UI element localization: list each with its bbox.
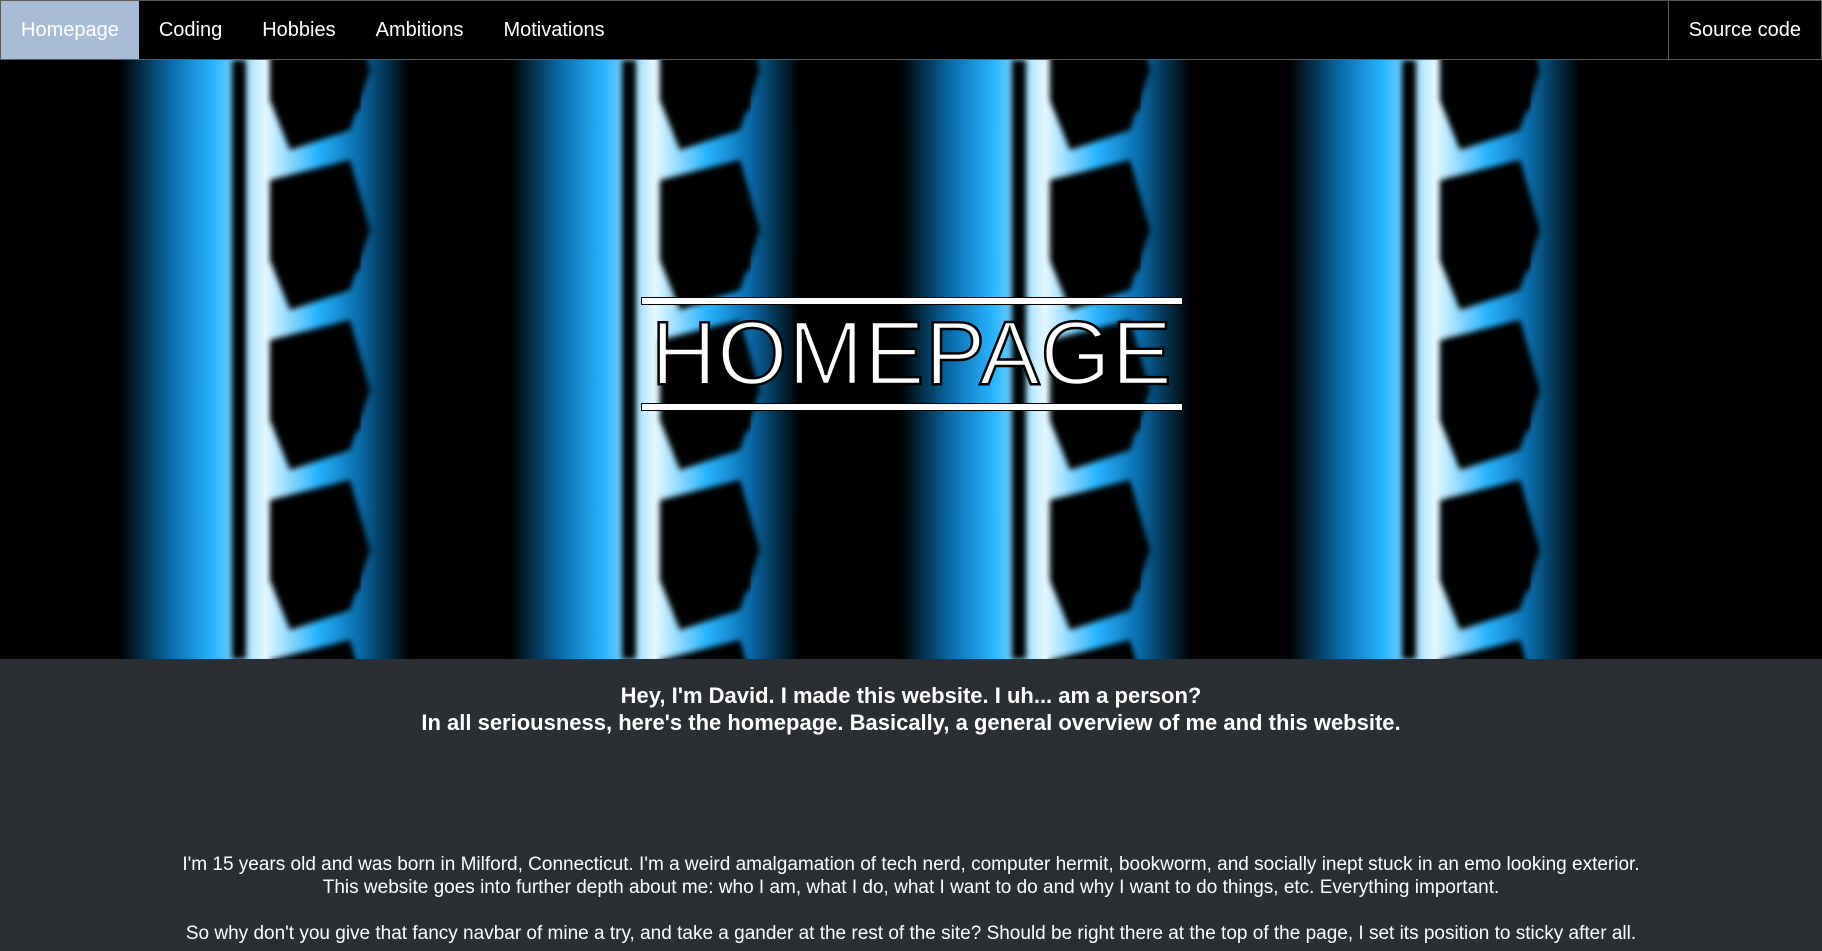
pillar-4	[1290, 60, 1580, 659]
nav-item-ambitions[interactable]: Ambitions	[356, 1, 484, 59]
about-paragraph-line-2: This website goes into further depth abo…	[322, 877, 1500, 898]
hero-banner: HOMEPAGE	[0, 60, 1822, 659]
nav-item-motivations[interactable]: Motivations	[483, 1, 624, 59]
intro-line-2: In all seriousness, here's the homepage.…	[421, 710, 1401, 735]
navbar-hint-paragraph: So why don't you give that fancy navbar …	[185, 923, 1637, 944]
page-title: HOMEPAGE	[650, 304, 1173, 404]
about-text: I'm 15 years old and was born in Milford…	[0, 853, 1822, 945]
hero-title-bottom-rule	[641, 403, 1183, 411]
intro-heading: Hey, I'm David. I made this website. I u…	[0, 682, 1822, 736]
hero-title-block: HOMEPAGE	[641, 297, 1183, 411]
nav-item-homepage[interactable]: Homepage	[1, 1, 139, 59]
main-content: Hey, I'm David. I made this website. I u…	[0, 659, 1822, 951]
nav-item-source-code[interactable]: Source code	[1667, 1, 1821, 59]
pillar-1	[120, 60, 410, 659]
nav-item-coding[interactable]: Coding	[139, 1, 242, 59]
navbar: Homepage Coding Hobbies Ambitions Motiva…	[0, 0, 1822, 60]
nav-item-hobbies[interactable]: Hobbies	[242, 1, 355, 59]
intro-line-1: Hey, I'm David. I made this website. I u…	[620, 683, 1202, 708]
about-paragraph-line-1: I'm 15 years old and was born in Milford…	[182, 854, 1640, 875]
